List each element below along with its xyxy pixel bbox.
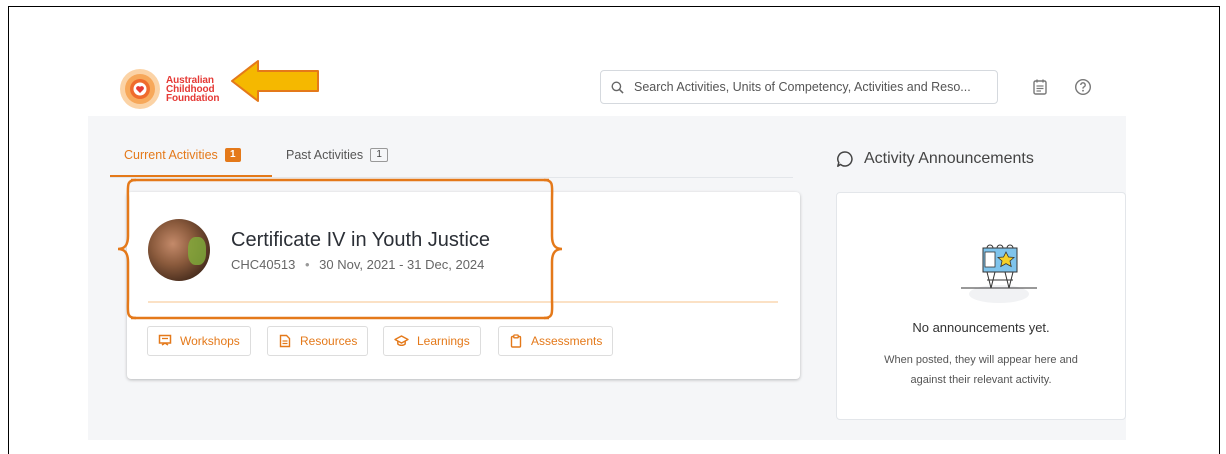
presentation-icon [158,334,172,346]
logo-line-3: Foundation [166,92,220,104]
help-icon[interactable] [1074,78,1092,96]
organization-logo[interactable]: Australian Childhood Foundation [118,66,228,112]
chat-bubble-icon [837,151,853,167]
empty-state-line-2: against their relevant activity. [910,374,1052,386]
graduation-cap-icon [394,335,409,347]
empty-state-line-1: When posted, they will appear here and [884,354,1078,366]
button-label: Learnings [417,334,470,348]
button-label: Workshops [180,334,240,348]
count-badge: 1 [224,148,241,162]
tab-label: Past Activities [286,148,364,162]
document-icon [279,334,291,348]
announcements-heading: Activity Announcements [836,150,1034,168]
calendar-icon[interactable] [1031,78,1049,96]
tab-current-activities[interactable]: Current Activities 1 [124,148,241,162]
workshops-button[interactable]: Workshops [147,326,251,356]
tab-past-activities[interactable]: Past Activities 1 [286,148,389,162]
resources-button[interactable]: Resources [267,326,369,356]
empty-state-title: No announcements yet. [912,320,1050,335]
clipboard-icon [510,334,522,348]
search-icon [611,81,624,94]
empty-state-description: When posted, they will appear here and a… [836,350,1126,390]
search-input[interactable]: Search Activities, Units of Competency, … [600,70,998,104]
logo-sun-icon [118,67,162,111]
annotation-arrow-icon [231,60,319,102]
tab-label: Current Activities [124,148,218,162]
search-placeholder: Search Activities, Units of Competency, … [634,80,971,94]
button-label: Resources [300,334,358,348]
annotation-box-lines [131,178,549,320]
count-badge: 1 [370,148,389,162]
announcements-heading-text: Activity Announcements [864,150,1034,167]
billboard-illustration-icon [961,244,1037,303]
button-label: Assessments [531,334,603,348]
assessments-button[interactable]: Assessments [498,326,614,356]
logo-text: Australian Childhood Foundation [166,75,220,104]
learnings-button[interactable]: Learnings [383,326,481,356]
